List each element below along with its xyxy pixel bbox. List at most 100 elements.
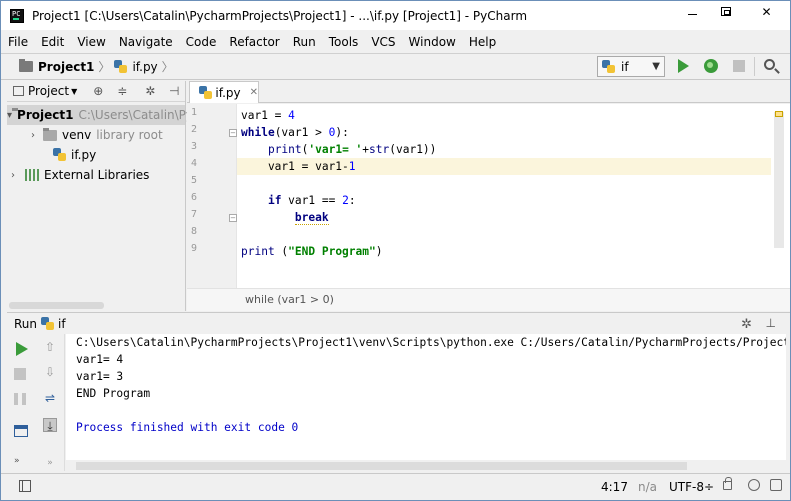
tree-item-venv[interactable]: › venv library root [7, 125, 185, 145]
chevron-right-icon: 〉 [98, 60, 111, 74]
layout-icon[interactable] [14, 425, 28, 437]
tree-item-external-libraries[interactable]: › External Libraries [7, 165, 185, 185]
menu-window[interactable]: Window [402, 35, 462, 49]
warning-marker[interactable] [775, 111, 783, 117]
pause-button[interactable] [14, 393, 26, 405]
inspector-icon[interactable] [748, 479, 760, 491]
menu-refactor[interactable]: Refactor [222, 35, 285, 49]
menu-view[interactable]: View [70, 35, 111, 49]
menu-tools[interactable]: Tools [322, 35, 365, 49]
code-line-6: if var1 == 2: [267, 194, 356, 207]
menu-file[interactable]: File [1, 35, 34, 49]
gear-icon[interactable]: ✲ [143, 84, 157, 98]
console-line: var1= 4 [76, 353, 124, 366]
python-file-icon [53, 148, 67, 162]
code-line-2: while(var1 > 0): [241, 126, 349, 139]
project-view-select[interactable]: Project ▼ [7, 84, 77, 98]
run-config-select[interactable]: if ▼ [597, 56, 665, 77]
arrow-up-icon[interactable]: ⇧ [43, 340, 57, 354]
menu-run[interactable]: Run [286, 35, 322, 49]
tool-windows-icon[interactable] [19, 480, 31, 492]
line-number: 2 [191, 124, 198, 135]
tree-item-label: Project1 [17, 108, 74, 122]
code-breadcrumb[interactable]: while (var1 > 0) [187, 288, 790, 311]
editor-tabs: if.py ✕ [187, 81, 790, 103]
menu-vcs[interactable]: VCS [364, 35, 401, 49]
chevron-right-icon[interactable]: › [27, 130, 39, 141]
event-log-icon[interactable] [770, 479, 782, 491]
file-encoding[interactable]: UTF-8÷ [669, 480, 714, 494]
run-toolbar: » [7, 334, 35, 471]
chevron-down-icon[interactable]: ▾ [7, 110, 12, 121]
console-scrollbar[interactable] [76, 462, 687, 470]
title-bar: Project1 [C:\Users\Catalin\PycharmProjec… [1, 1, 790, 30]
tree-item-project1[interactable]: ▾ Project1 C:\Users\Catalin\PycharmProje… [7, 105, 331, 125]
project-view-label: Project [28, 84, 70, 98]
menu-help[interactable]: Help [462, 35, 502, 49]
menu-navigate[interactable]: Navigate [112, 35, 179, 49]
search-icon[interactable] [764, 59, 775, 70]
line-number: 7 [191, 209, 198, 220]
project-panel: Project ▼ ⊕ ≑ ✲ ⊣ ▾ Project1 C:\Users\Ca… [7, 81, 331, 311]
restore-icon [721, 7, 731, 16]
run-button[interactable] [678, 59, 689, 73]
menu-bar: File Edit View Navigate Code Refactor Ru… [1, 31, 790, 53]
project-toolbar: Project ▼ ⊕ ≑ ✲ ⊣ [7, 81, 185, 102]
breadcrumb-file[interactable]: if.py [132, 60, 157, 74]
scroll-to-end-icon[interactable]: ⤓ [43, 418, 57, 433]
chevron-down-icon: ▼ [652, 61, 660, 72]
line-separator[interactable]: n/a [638, 480, 657, 494]
run-tab-name[interactable]: if [58, 317, 66, 331]
lock-icon[interactable] [723, 477, 732, 490]
debug-button[interactable] [704, 59, 718, 73]
more-icon[interactable]: » [43, 456, 57, 470]
python-file-icon [114, 59, 128, 74]
tree-item-label: venv [62, 128, 92, 142]
tree-item-label: External Libraries [44, 168, 150, 182]
hide-panel-icon[interactable]: ⊥ [766, 316, 776, 330]
line-number: 6 [191, 192, 198, 203]
python-file-icon [199, 85, 213, 100]
console-exit-line: Process finished with exit code 0 [76, 421, 299, 434]
run-panel-label: Run [14, 316, 38, 331]
editor-scrollbar[interactable] [774, 112, 784, 248]
gear-icon[interactable]: ✲ [741, 317, 752, 332]
project-scrollbar[interactable] [9, 302, 104, 309]
minimize-button[interactable] [675, 1, 709, 22]
tree-item-if-py[interactable]: if.py [7, 145, 185, 165]
code-editor[interactable]: 1 2 3 4 5 6 7 8 9 − − var1 = 4 while(var… [187, 104, 790, 311]
tab-if-py[interactable]: if.py ✕ [189, 81, 259, 103]
stop-button[interactable] [14, 368, 26, 380]
caret-position[interactable]: 4:17 [601, 480, 628, 494]
close-button[interactable]: ✕ [743, 1, 790, 22]
run-console[interactable]: C:\Users\Catalin\PycharmProjects\Project… [66, 334, 786, 460]
folder-icon [43, 127, 57, 141]
run-toolbar-secondary: ⇧ ⇩ ⇌ ⤓ » [35, 334, 65, 471]
status-bar: 4:17 n/a UTF-8÷ [1, 473, 790, 500]
code-line-9: print ("END Program") [241, 245, 383, 258]
run-config-label: if [621, 59, 629, 74]
stop-button[interactable] [733, 60, 745, 72]
locate-icon[interactable]: ⊕ [91, 84, 105, 98]
close-icon[interactable]: ✕ [250, 87, 258, 98]
fold-icon[interactable]: − [229, 214, 237, 222]
menu-edit[interactable]: Edit [34, 35, 70, 49]
chevron-down-icon: ▼ [71, 86, 78, 96]
hide-panel-icon[interactable]: ⊣ [167, 84, 181, 98]
window-controls: ✕ [675, 1, 790, 22]
run-panel-header: Run if ✲ ⊥ [7, 312, 790, 334]
arrow-down-icon[interactable]: ⇩ [43, 365, 57, 379]
chevron-right-icon: 〉 [161, 60, 174, 74]
python-file-icon [41, 316, 55, 331]
fold-icon[interactable]: − [229, 129, 237, 137]
restore-button[interactable] [709, 1, 743, 22]
code-line-7: break [294, 211, 329, 225]
more-icon[interactable]: » [14, 456, 28, 470]
console-line: C:\Users\Catalin\PycharmProjects\Project… [76, 336, 786, 349]
breadcrumb-project[interactable]: Project1 [38, 60, 94, 74]
menu-code[interactable]: Code [179, 35, 223, 49]
collapse-all-icon[interactable]: ≑ [115, 84, 129, 98]
rerun-button[interactable] [16, 342, 28, 356]
soft-wrap-icon[interactable]: ⇌ [43, 391, 57, 405]
chevron-right-icon[interactable]: › [7, 170, 19, 181]
